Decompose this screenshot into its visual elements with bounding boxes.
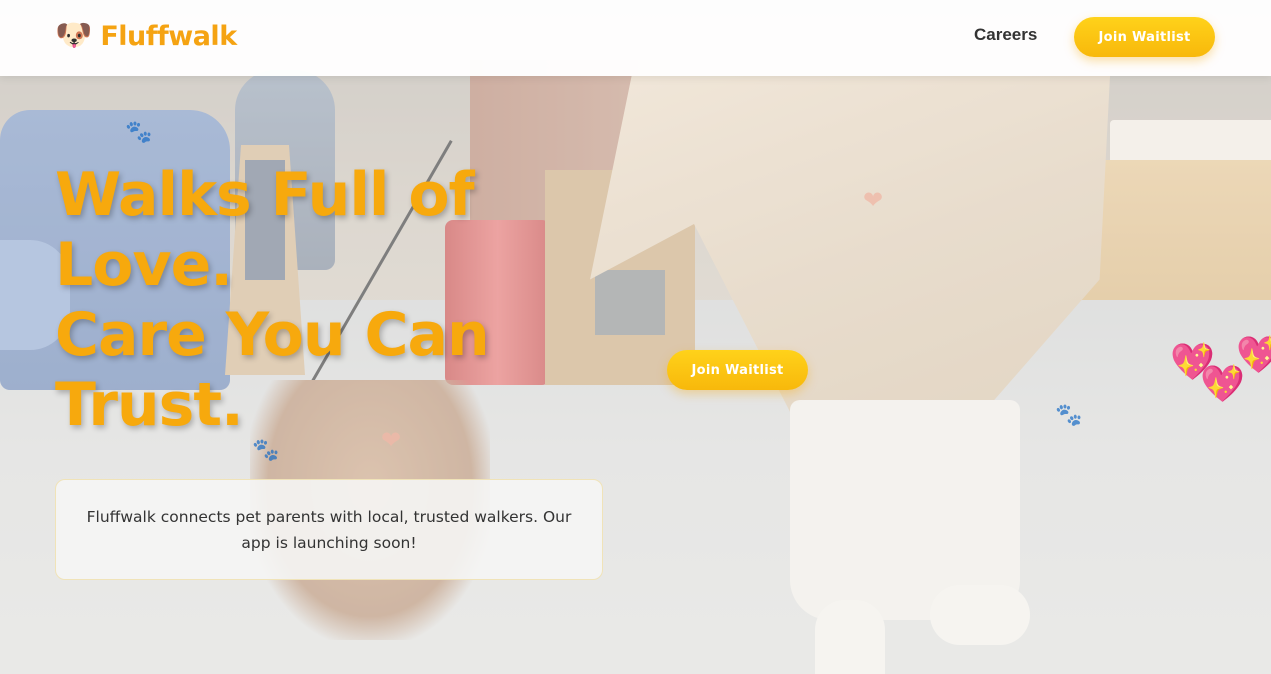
brand-logo-link[interactable]: 🐶 Fluffwalk — [55, 18, 237, 54]
page-root: 🐾 🐾 🐾 ❤ ❤ 💖 💖 💖 🐶 Fluffwalk Careers Join… — [0, 0, 1271, 674]
nav-join-waitlist-button[interactable]: Join Waitlist — [1074, 17, 1215, 57]
hero-heading-line: Love. — [55, 230, 233, 300]
top-navbar: 🐶 Fluffwalk Careers Join Waitlist — [0, 0, 1271, 76]
hero-heading: Walks Full of Love. Care You Can Trust. — [55, 160, 490, 440]
brand-name: Fluffwalk — [100, 20, 237, 52]
hero-heading-line: Trust. — [55, 370, 244, 440]
paw-icon: 🐾 — [125, 120, 153, 145]
hero-description: Fluffwalk connects pet parents with loca… — [86, 507, 572, 552]
puppy-logo-icon: 🐶 — [55, 18, 93, 53]
nav-careers-link[interactable]: Careers — [974, 25, 1037, 45]
paw-icon: 🐾 — [252, 438, 280, 463]
sparkle-heart-icon: 💖 — [1236, 335, 1271, 376]
hero-heading-line: Care You Can — [55, 300, 490, 370]
heart-icon: ❤ — [863, 186, 884, 214]
hero-join-waitlist-button[interactable]: Join Waitlist — [667, 350, 808, 390]
hero-heading-line: Walks Full of — [55, 160, 475, 230]
hero-description-card: Fluffwalk connects pet parents with loca… — [55, 479, 603, 580]
paw-icon: 🐾 — [1055, 403, 1083, 428]
